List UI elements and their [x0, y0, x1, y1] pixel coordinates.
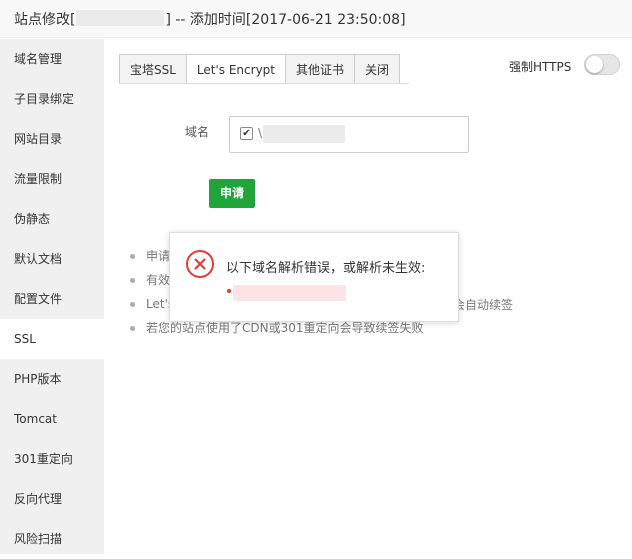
- tab-close[interactable]: 关闭: [354, 54, 401, 84]
- force-https-label: 强制HTTPS: [509, 60, 572, 74]
- dialog-message: 以下域名解析错误，或解析未生效:: [226, 261, 426, 276]
- ssl-tabs: 宝塔SSL Let's Encrypt 其他证书 关闭: [119, 54, 401, 84]
- domain-label: 域名: [185, 125, 210, 139]
- error-domain-redacted: [233, 285, 346, 301]
- tip-tail-text: 会自动续签: [453, 298, 514, 312]
- domain-text: \: [258, 126, 263, 140]
- sidebar-item-subdirectory-binding[interactable]: 子目录绑定: [0, 79, 104, 119]
- bullet-icon: [130, 254, 135, 259]
- tab-divider: [119, 83, 409, 84]
- sidebar-item-301-redirect[interactable]: 301重定向: [0, 439, 104, 479]
- window-title-prefix: 站点修改[: [14, 12, 76, 28]
- error-dialog: 以下域名解析错误，或解析未生效:: [169, 232, 459, 322]
- sidebar-item-php-version[interactable]: PHP版本: [0, 359, 104, 399]
- sidebar-item-reverse-proxy[interactable]: 反向代理: [0, 479, 104, 519]
- sidebar-item-risk-scan[interactable]: 风险扫描: [0, 519, 104, 559]
- sidebar-item-domain-management[interactable]: 域名管理: [0, 39, 104, 79]
- domain-list-box: ✔ \: [229, 116, 469, 153]
- sidebar: 域名管理 子目录绑定 网站目录 流量限制 伪静态 默认文档 配置文件 SSL P…: [0, 39, 104, 554]
- domain-redacted: [263, 125, 345, 143]
- bullet-icon: [130, 326, 135, 331]
- toggle-knob: [586, 56, 603, 73]
- window-titlebar: 站点修改[ ] -- 添加时间[2017-06-21 23:50:08]: [0, 0, 632, 38]
- domain-checkbox[interactable]: ✔: [240, 127, 253, 140]
- sidebar-item-tomcat[interactable]: Tomcat: [0, 399, 104, 439]
- window-title-suffix: ] -- 添加时间[2017-06-21 23:50:08]: [165, 12, 406, 28]
- site-name-redacted: [76, 10, 165, 26]
- bullet-icon: [130, 302, 135, 307]
- sidebar-item-ssl[interactable]: SSL: [0, 319, 104, 359]
- window-title: 站点修改[ ] -- 添加时间[2017-06-21 23:50:08]: [14, 9, 406, 29]
- sidebar-item-default-document[interactable]: 默认文档: [0, 239, 104, 279]
- checkmark-icon: ✔: [242, 128, 251, 139]
- tip-text: 若您的站点使用了CDN或301重定向会导致续签失败: [146, 321, 424, 335]
- bullet-icon: [130, 278, 135, 283]
- sidebar-item-config-file[interactable]: 配置文件: [0, 279, 104, 319]
- error-bullet-icon: [227, 289, 231, 293]
- tab-baota-ssl[interactable]: 宝塔SSL: [119, 54, 187, 84]
- sidebar-item-rewrite[interactable]: 伪静态: [0, 199, 104, 239]
- apply-button[interactable]: 申请: [209, 179, 255, 208]
- tab-lets-encrypt[interactable]: Let's Encrypt: [185, 54, 286, 84]
- error-circle-x-icon: [185, 249, 215, 283]
- sidebar-item-site-directory[interactable]: 网站目录: [0, 119, 104, 159]
- force-https-toggle[interactable]: [584, 54, 620, 75]
- tip-text: 有效: [146, 273, 171, 287]
- tip-text: 申请: [146, 249, 171, 263]
- tab-other-certificate[interactable]: 其他证书: [285, 54, 356, 84]
- sidebar-item-traffic-limit[interactable]: 流量限制: [0, 159, 104, 199]
